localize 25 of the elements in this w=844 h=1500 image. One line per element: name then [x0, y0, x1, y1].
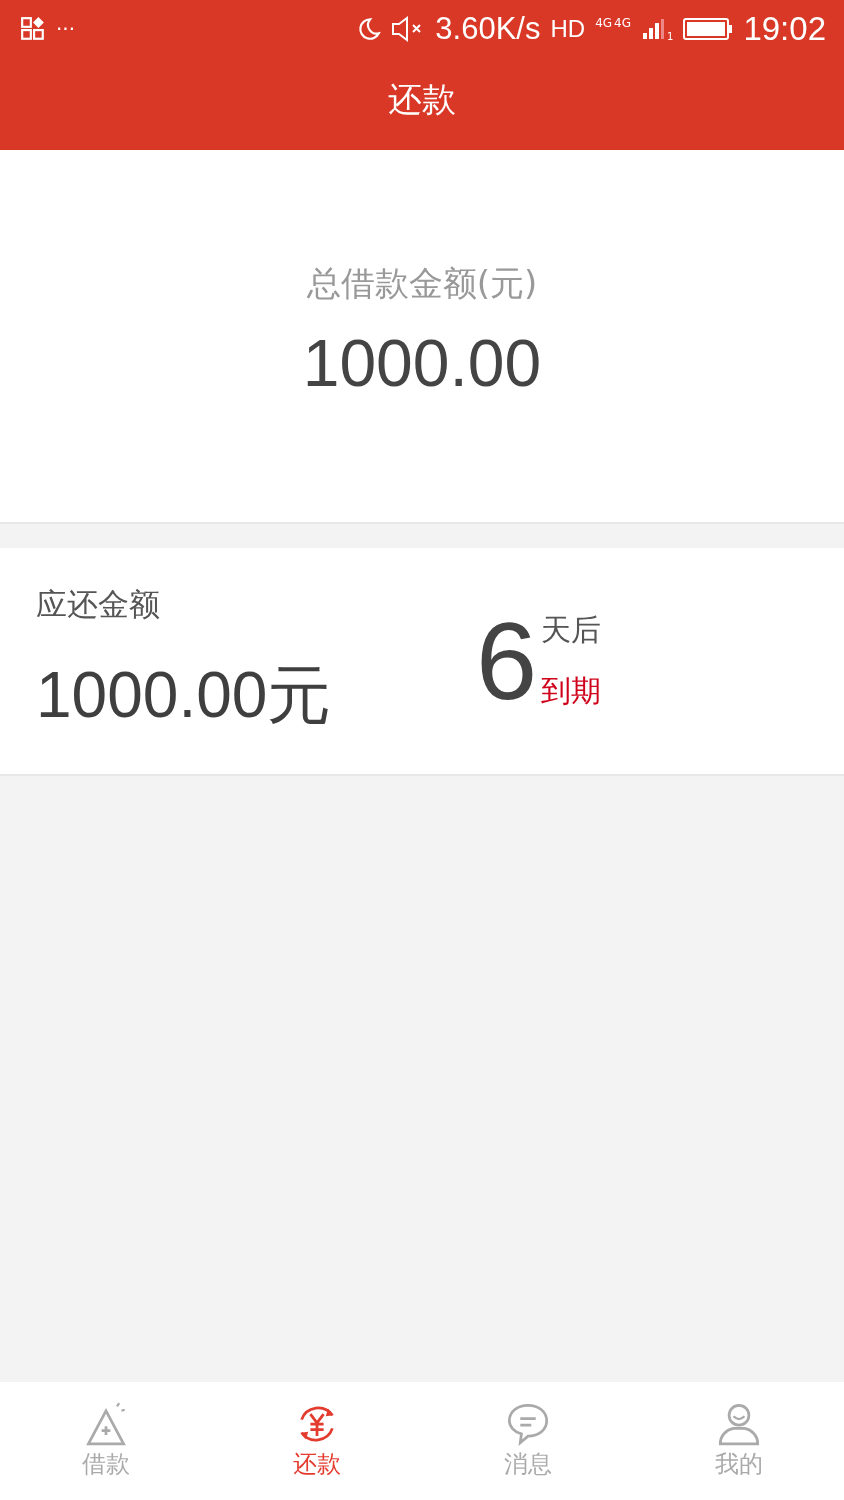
tab[interactable]: 消息: [422, 1382, 633, 1500]
hd-label: HD: [550, 15, 586, 43]
mountain-icon: [83, 1402, 128, 1446]
days-suffix: 天后: [541, 611, 602, 649]
network-speed: 3.60K/s: [435, 11, 541, 47]
clock: 19:02: [743, 10, 826, 48]
network-type: 4G: [595, 16, 613, 30]
tab[interactable]: 我的: [633, 1382, 844, 1500]
user-icon: [716, 1402, 761, 1446]
tab[interactable]: 借款: [0, 1382, 211, 1500]
more-dots: ···: [56, 17, 76, 41]
total-label: 总借款金额(元): [306, 262, 538, 305]
chat-icon: [505, 1402, 550, 1446]
battery-icon: [683, 17, 734, 41]
page-title: 还款: [388, 78, 456, 121]
tab[interactable]: 还款: [211, 1382, 422, 1500]
due-amount: 1000.00元: [36, 657, 333, 733]
due-label: 应还金额: [36, 584, 161, 624]
network-type: 4G: [614, 16, 632, 30]
sim-number: 1: [667, 30, 674, 42]
days-number: 6: [476, 606, 538, 716]
total-amount: 1000.00: [302, 325, 542, 401]
apps-icon: [20, 16, 46, 42]
due-text: 到期: [541, 672, 602, 710]
signal-icon: [641, 16, 666, 42]
